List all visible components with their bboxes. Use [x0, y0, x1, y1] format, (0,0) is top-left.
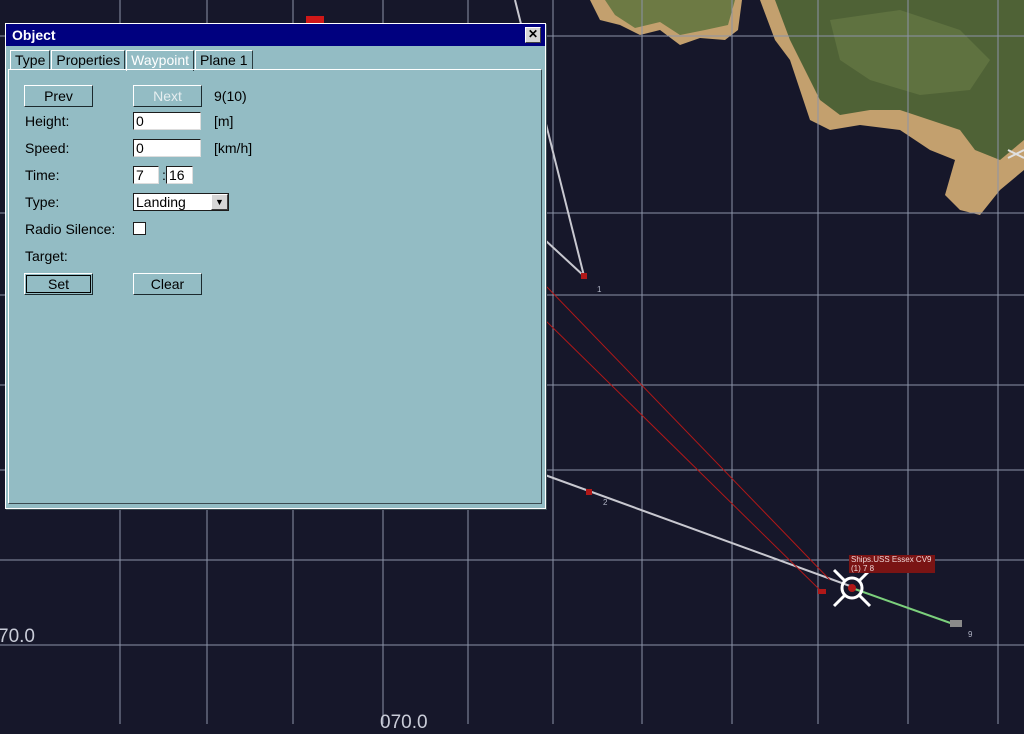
tab-waypoint[interactable]: Waypoint — [126, 50, 195, 71]
waypoint-marker[interactable] — [818, 589, 826, 594]
set-button[interactable]: Set — [24, 273, 93, 295]
tab-bar: Type Properties Waypoint Plane 1 — [10, 50, 254, 71]
waypoint-panel: Prev Next 9(10) Height: 0 [m] Speed: 0 [… — [8, 69, 542, 504]
object-dialog: Object ✕ Type Properties Waypoint Plane … — [5, 23, 546, 509]
waypoint-marker[interactable] — [581, 273, 587, 279]
tab-plane-1[interactable]: Plane 1 — [195, 50, 253, 69]
close-button[interactable]: ✕ — [525, 27, 541, 43]
type-label: Type: — [25, 194, 60, 210]
time-label: Time: — [25, 167, 60, 183]
coordinate-label-bottom: 070.0 — [380, 712, 428, 733]
tab-properties[interactable]: Properties — [51, 50, 126, 69]
ship-center-dot — [848, 584, 856, 592]
type-select[interactable]: Landing ▼ — [133, 193, 229, 211]
prev-button[interactable]: Prev — [24, 85, 93, 107]
coordinate-label-left: 70.0 — [0, 626, 35, 647]
clear-button[interactable]: Clear — [133, 273, 202, 295]
speed-input[interactable]: 0 — [133, 139, 201, 157]
ship-waypoints: (1) 7 8 — [851, 564, 875, 573]
next-button[interactable]: Next — [133, 85, 202, 107]
waypoint-index: 9(10) — [214, 88, 247, 104]
time-minute-input[interactable]: 16 — [166, 166, 193, 184]
waypoint-marker[interactable] — [586, 489, 592, 495]
land-mass — [590, 0, 1024, 215]
tab-type[interactable]: Type — [10, 50, 51, 69]
target-label: Target: — [25, 248, 68, 264]
dialog-title: Object — [12, 27, 56, 43]
waypoint-number: 9 — [968, 630, 973, 639]
dialog-titlebar[interactable]: Object ✕ — [6, 24, 545, 46]
waypoint-number: 1 — [597, 285, 602, 294]
height-unit: [m] — [214, 113, 234, 129]
height-label: Height: — [25, 113, 70, 129]
height-input[interactable]: 0 — [133, 112, 201, 130]
waypoint-number: 2 — [603, 498, 608, 507]
speed-label: Speed: — [25, 140, 70, 156]
speed-unit: [km/h] — [214, 140, 253, 156]
radio-silence-label: Radio Silence: — [25, 221, 116, 237]
radio-silence-checkbox[interactable] — [133, 222, 146, 235]
ship-name: Ships.USS Essex CV9 — [851, 555, 932, 564]
chevron-down-icon[interactable]: ▼ — [211, 194, 228, 210]
ship-icon[interactable] — [950, 620, 962, 627]
type-select-value: Landing — [136, 194, 186, 210]
time-hour-input[interactable]: 7 — [133, 166, 159, 184]
ship-label: Ships.USS Essex CV9 (1) 7 8 — [849, 555, 935, 573]
